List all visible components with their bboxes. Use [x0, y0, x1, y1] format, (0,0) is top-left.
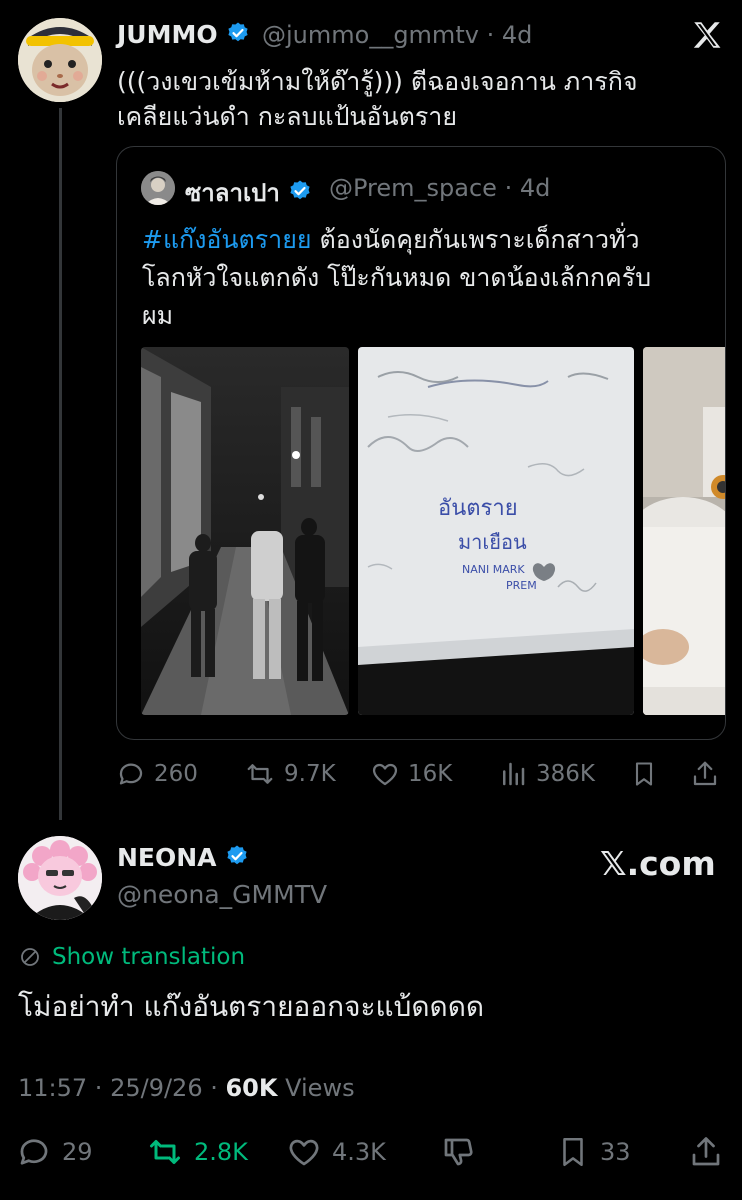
- main-repost-button[interactable]: 2.8K: [146, 1134, 248, 1170]
- quote-handle-age[interactable]: @Prem_space · 4d: [329, 174, 550, 202]
- thread-connector-line: [59, 108, 62, 820]
- main-tweet-text: โม่อย่าทำ แก๊งอันตรายออกจะแบ้ดดดด: [18, 990, 485, 1023]
- main-like-button[interactable]: 4.3K: [286, 1134, 386, 1170]
- views-count: 60K: [225, 1074, 278, 1102]
- share-icon: [692, 1137, 720, 1166]
- parent-author-name[interactable]: JUMMO: [117, 20, 250, 51]
- parent-like-button[interactable]: 16K: [370, 758, 452, 790]
- parent-share-button[interactable]: [690, 758, 720, 790]
- whiteboard-word-4: PREM: [506, 579, 537, 592]
- parent-reply-button[interactable]: 260: [116, 758, 198, 790]
- main-author-name[interactable]: NEONA: [117, 843, 249, 874]
- jummo-avatar[interactable]: [18, 18, 102, 102]
- main-reply-button[interactable]: 29: [16, 1134, 93, 1170]
- repost-icon: [247, 764, 273, 784]
- dislike-icon: [444, 1138, 473, 1166]
- x-logo-icon: [690, 18, 724, 52]
- reply-icon: [20, 1139, 48, 1165]
- quoted-tweet-card[interactable]: ซาลาเปา @Prem_space · 4d #แก๊งอันตรายย ต…: [116, 146, 726, 740]
- xcom-brand-watermark: 𝕏.com: [600, 844, 716, 883]
- media-photo-whiteboard[interactable]: อันตราย มาเยือน NANI MARK PREM: [358, 347, 634, 715]
- verified-badge-icon: [288, 179, 312, 209]
- parent-views-button[interactable]: 386K: [498, 758, 595, 790]
- quote-author-avatar[interactable]: [141, 171, 175, 205]
- media-photo-street[interactable]: [141, 347, 349, 715]
- share-icon: [693, 761, 717, 786]
- whiteboard-word-3: NANI MARK: [462, 563, 525, 576]
- neona-avatar[interactable]: [18, 836, 102, 920]
- translate-globe-icon: [21, 948, 39, 966]
- whiteboard-word-1: อันตราย: [438, 496, 518, 521]
- quote-author-name[interactable]: ซาลาเปา: [185, 173, 312, 212]
- parent-tweet-text: (((วงเขวเข้มห้ามให้ด๊ารู้))) ตีฉองเจอกาน…: [117, 67, 638, 131]
- bookmark-icon: [563, 1137, 583, 1167]
- hashtag-link[interactable]: #แก๊งอันตรายย: [142, 225, 312, 254]
- parent-bookmark-button[interactable]: [630, 758, 658, 790]
- show-translation-link[interactable]: Show translation: [18, 944, 245, 970]
- main-bookmark-button[interactable]: 33: [556, 1134, 631, 1170]
- verified-badge-icon: [225, 844, 249, 874]
- quote-tweet-text: #แก๊งอันตรายย ต้องนัดคุยกันเพราะเด็กสาวท…: [142, 225, 652, 330]
- repost-icon: [150, 1140, 180, 1164]
- main-author-handle[interactable]: @neona_GMMTV: [117, 880, 327, 909]
- bookmark-icon: [635, 762, 653, 786]
- tweet-timestamp-views[interactable]: 11:57 · 25/9/26 · 60K Views: [18, 1074, 355, 1102]
- main-share-button[interactable]: [688, 1134, 724, 1170]
- show-translation-label[interactable]: Show translation: [52, 944, 245, 970]
- whiteboard-word-2: มาเยือน: [458, 530, 527, 554]
- parent-handle-age[interactable]: @jummo__gmmtv · 4d: [262, 21, 532, 49]
- views-icon: [503, 762, 525, 786]
- reply-icon: [119, 763, 143, 785]
- media-photo-person[interactable]: [643, 347, 725, 715]
- like-icon: [289, 1139, 319, 1166]
- main-dislike-button[interactable]: [440, 1134, 476, 1170]
- verified-badge-icon: [226, 21, 250, 51]
- like-icon: [372, 763, 398, 786]
- parent-repost-button[interactable]: 9.7K: [244, 758, 336, 790]
